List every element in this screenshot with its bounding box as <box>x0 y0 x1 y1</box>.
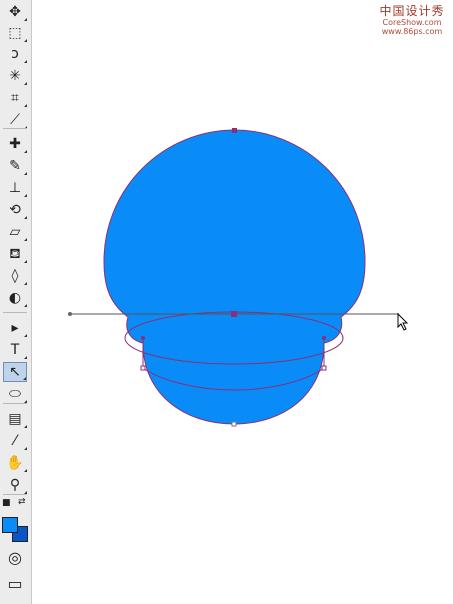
anchor-point-right[interactable] <box>321 365 327 371</box>
quick-mask-icon[interactable]: ◎ <box>3 548 27 568</box>
screen-mode-icon[interactable]: ▭ <box>3 574 27 594</box>
foreground-color-swatch[interactable] <box>2 517 18 533</box>
tools-separator <box>3 128 27 129</box>
document-canvas[interactable] <box>33 0 453 604</box>
dodge-icon[interactable]: ◐ <box>3 288 27 308</box>
tool-flyout-indicator <box>24 282 27 285</box>
healing-brush-icon[interactable]: ✚ <box>3 134 27 154</box>
move-icon[interactable]: ✥ <box>3 2 27 22</box>
tool-flyout-indicator <box>24 469 27 472</box>
tool-flyout-indicator <box>24 150 27 153</box>
tools-panel: ✥ ⬚ ↄ ✳ ⌗ ⟋ ✚ ✎ ⊥ ⟲ ▱ ⛾ ◊ ◐ ▸ T ↖ ⬭ ▤ ⁄ ✋ ⚲ ■ ⇄ ◎ ▭ <box>0 0 32 604</box>
tool-flyout-indicator <box>24 304 27 307</box>
direction-handle-left-vertical[interactable] <box>141 336 145 340</box>
notes-icon[interactable]: ▤ <box>3 409 27 429</box>
tool-flyout-indicator <box>24 238 27 241</box>
anchor-point-left[interactable] <box>140 365 146 371</box>
tool-flyout-indicator <box>24 334 27 337</box>
paint-bucket-icon[interactable]: ⛾ <box>3 244 27 264</box>
magic-wand-icon[interactable]: ✳ <box>3 66 27 86</box>
tool-flyout-indicator <box>24 216 27 219</box>
tool-flyout-indicator <box>24 60 27 63</box>
default-colors-icon[interactable]: ■ <box>2 498 11 508</box>
direct-selection-icon[interactable]: ↖ <box>3 362 27 382</box>
tool-flyout-indicator <box>23 377 26 380</box>
ellipse-tool-icon[interactable]: ⬭ <box>3 384 27 404</box>
anchor-point-bottom[interactable] <box>231 421 237 427</box>
tools-separator <box>3 312 27 313</box>
anchor-point-top[interactable] <box>231 311 237 317</box>
eraser-icon[interactable]: ▱ <box>3 222 27 242</box>
tool-flyout-indicator <box>24 18 27 21</box>
crop-icon[interactable]: ⌗ <box>3 88 27 108</box>
hand-icon[interactable]: ✋ <box>3 453 27 473</box>
eyedropper-icon[interactable]: ⁄ <box>3 431 27 451</box>
blur-icon[interactable]: ◊ <box>3 266 27 286</box>
direction-handle-left[interactable] <box>68 312 72 316</box>
lasso-icon[interactable]: ↄ <box>3 44 27 64</box>
tool-flyout-indicator <box>24 425 27 428</box>
brush-icon[interactable]: ✎ <box>3 156 27 176</box>
tools-separator <box>3 403 27 404</box>
tool-flyout-indicator <box>24 260 27 263</box>
type-icon[interactable]: T <box>3 340 27 360</box>
anchor-point-top-circle[interactable] <box>232 128 237 133</box>
tool-flyout-indicator <box>24 172 27 175</box>
clone-stamp-icon[interactable]: ⊥ <box>3 178 27 198</box>
mouse-cursor-icon <box>397 312 409 331</box>
tool-flyout-indicator <box>24 194 27 197</box>
tool-flyout-indicator <box>24 447 27 450</box>
zoom-icon[interactable]: ⚲ <box>3 475 27 495</box>
tools-separator <box>3 494 27 495</box>
history-brush-icon[interactable]: ⟲ <box>3 200 27 220</box>
swap-colors-icon[interactable]: ⇄ <box>18 497 26 507</box>
direction-handle-right-vertical[interactable] <box>322 336 326 340</box>
path-selection-icon[interactable]: ▸ <box>3 318 27 338</box>
slice-icon[interactable]: ⟋ <box>3 110 27 130</box>
tool-flyout-indicator <box>24 39 27 42</box>
tool-flyout-indicator <box>24 104 27 107</box>
marquee-icon[interactable]: ⬚ <box>3 23 27 43</box>
tool-flyout-indicator <box>24 356 27 359</box>
blue-bulb-shape[interactable] <box>103 129 366 425</box>
tool-flyout-indicator <box>24 82 27 85</box>
